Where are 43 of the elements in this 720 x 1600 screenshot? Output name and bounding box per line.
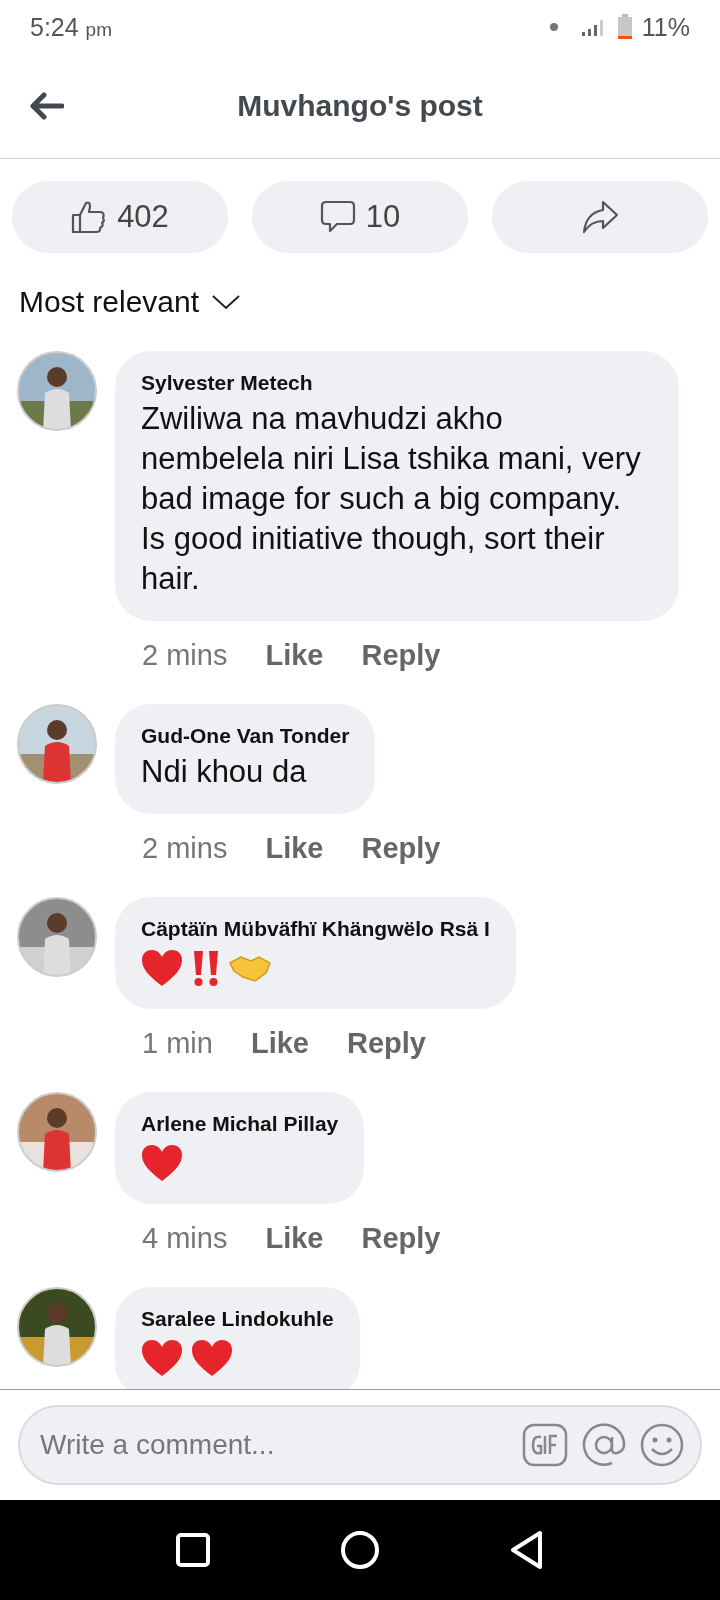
like-link[interactable]: Like [250,1027,309,1060]
commenter-name[interactable]: Sylvester Metech [141,371,653,395]
commenter-name[interactable]: Arlene Michal Pillay [141,1112,339,1136]
like-link[interactable]: Like [265,832,324,865]
comment-time: 2 mins [142,832,228,865]
emoji-icon[interactable] [640,1423,684,1467]
double-exclamation-icon [191,949,221,987]
reply-link[interactable]: Reply [346,1027,426,1060]
reply-link[interactable]: Reply [361,639,441,672]
comment-time: 2 mins [142,639,228,672]
comment-button[interactable]: 10 [252,181,468,253]
like-link[interactable]: Like [265,1222,324,1255]
heart-icon [141,1339,183,1377]
comment-time: 4 mins [142,1222,228,1255]
comment-text: Zwiliwa na mavhudzi akho nembelela niri Lisa tshika mani, very bad image for such a big company. Is good initiative though, sort their hair. [141,400,642,598]
reply-link[interactable]: Reply [361,1222,441,1255]
like-button[interactable]: 402 [12,181,228,253]
sort-dropdown[interactable]: Most relevant [19,285,242,319]
speech-bubble-icon [319,199,356,235]
battery-icon [617,14,632,40]
mention-icon[interactable] [582,1423,626,1467]
chevron-down-icon [211,293,242,311]
status-time: 5:24 pm [30,12,112,42]
header-title: Muvhango's post [237,89,483,123]
commenter-name[interactable]: Saralee Lindokuhle [141,1307,334,1331]
thumbs-up-icon [71,200,108,234]
notification-dot-icon [549,23,558,31]
recents-icon[interactable] [174,1532,211,1568]
gif-icon[interactable] [522,1423,568,1467]
heart-icon [191,1339,233,1377]
back-arrow-icon[interactable] [30,92,64,120]
heart-icon [141,949,183,987]
home-icon[interactable] [340,1530,380,1570]
battery-percent: 11% [641,12,690,42]
reply-link[interactable]: Reply [361,832,441,865]
heart-icon [141,1144,183,1182]
comment-input[interactable]: Write a comment... [18,1405,702,1485]
commenter-name[interactable]: Cäptäïn Mübväfhï Khängwëlo Rsä I [141,917,490,941]
comment-time: 1 min [142,1027,213,1060]
like-link[interactable]: Like [265,639,324,672]
commenter-name[interactable]: Gud-One Van Tonder [141,724,350,748]
share-arrow-icon [581,199,619,235]
comment-text: Ndi khou da [141,753,308,791]
